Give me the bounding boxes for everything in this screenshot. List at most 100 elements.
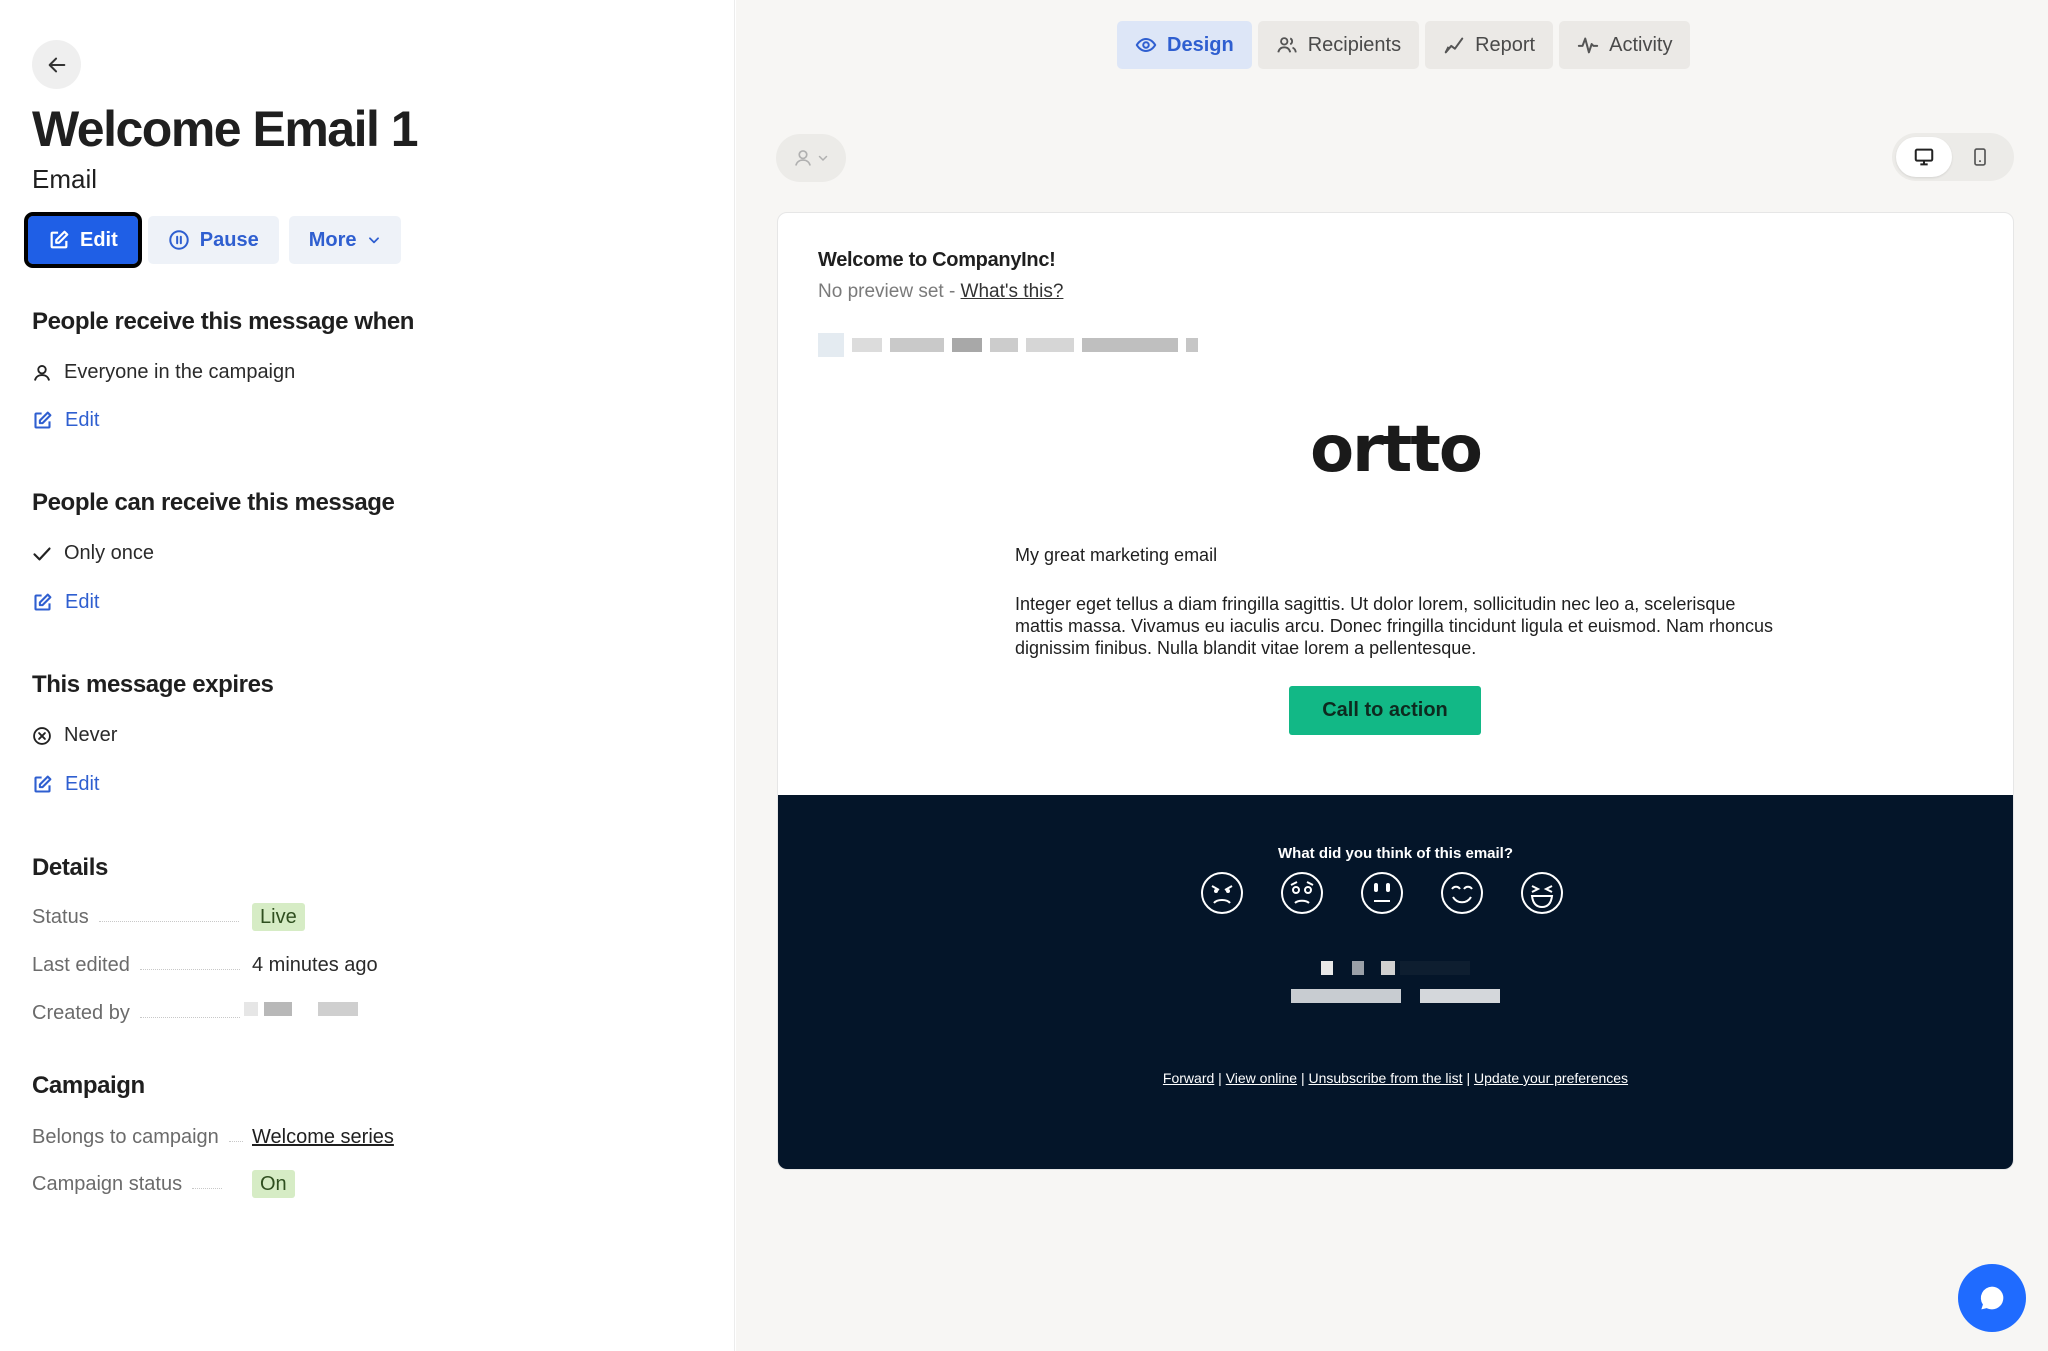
edit-icon [34, 593, 52, 611]
separator: | [1300, 1070, 1305, 1086]
leader-dots [98, 921, 239, 922]
user-icon [34, 364, 50, 381]
audience-edit-link[interactable]: Edit [32, 409, 99, 432]
edit-icon [50, 230, 69, 249]
preview-persona-select[interactable] [776, 134, 846, 182]
leader-dots [192, 1188, 223, 1189]
pause-icon [169, 230, 189, 250]
created-by-label: Created by [32, 1002, 130, 1024]
audience-value: Everyone in the campaign [32, 361, 295, 384]
page-subtitle: Email [32, 164, 98, 194]
ortto-logo: ortto [1310, 413, 1483, 487]
edit-icon [34, 411, 52, 429]
campaign-status-row: Campaign status On [32, 1170, 452, 1198]
whats-this-link[interactable]: What's this? [961, 281, 1064, 302]
footer-address-redacted [778, 961, 2013, 980]
desktop-view-button[interactable] [1896, 137, 1952, 177]
mobile-view-button[interactable] [1952, 137, 2008, 177]
expiry-text: Never [64, 724, 118, 746]
view-tabs: Design Recipients Report Activity [1117, 21, 1691, 69]
desktop-icon [1914, 148, 1934, 166]
tab-activity[interactable]: Activity [1559, 21, 1691, 69]
chevron-down-icon [368, 237, 379, 244]
device-toggle [1892, 133, 2014, 181]
chat-bubble-icon [1980, 1286, 2004, 1310]
audience-text: Everyone in the campaign [64, 361, 296, 383]
campaign-heading: Campaign [32, 1072, 145, 1099]
pause-button-label: Pause [199, 228, 259, 251]
tab-recipients-label: Recipients [1307, 33, 1402, 56]
status-row: Status Live [32, 903, 452, 931]
footer-links: Forward | View online | Unsubscribe from… [778, 1070, 2013, 1086]
more-button-label: More [308, 228, 357, 251]
email-preview: Welcome to CompanyInc! No preview set - … [777, 212, 2014, 1170]
edit-button-label: Edit [80, 228, 118, 251]
more-button[interactable]: More [288, 216, 401, 264]
close-circle-icon [33, 726, 51, 745]
tab-report[interactable]: Report [1425, 21, 1554, 69]
tab-report-label: Report [1475, 33, 1536, 56]
email-heading: My great marketing email [1015, 545, 1218, 565]
feedback-question: What did you think of this email? [1278, 845, 1513, 862]
expiry-edit-link[interactable]: Edit [32, 773, 99, 796]
tab-activity-label: Activity [1609, 33, 1673, 56]
message-details-panel: Welcome Email 1 Email Edit Pause More Pe… [0, 0, 735, 1351]
tab-design-label: Design [1167, 33, 1234, 56]
email-subject: Welcome to CompanyInc! [818, 249, 1056, 271]
footer-address-redacted [778, 989, 2013, 1008]
edit-button[interactable]: Edit [24, 212, 142, 268]
last-edited-row: Last edited 4 minutes ago [32, 954, 452, 977]
expiry-value: Never [32, 724, 117, 747]
page-title: Welcome Email 1 [32, 101, 419, 157]
tab-recipients[interactable]: Recipients [1257, 21, 1420, 69]
status-label: Status [32, 906, 89, 928]
last-edited-value: 4 minutes ago [252, 954, 378, 976]
back-button[interactable] [32, 40, 81, 89]
campaign-status-badge: On [252, 1170, 295, 1198]
frequency-edit-link[interactable]: Edit [32, 591, 99, 614]
action-bar: Edit Pause More [24, 212, 401, 268]
email-footer: What did you think of this email? Forwar… [778, 795, 2013, 1169]
check-icon [33, 547, 51, 560]
sad-face-icon[interactable] [1280, 871, 1324, 915]
mobile-icon [1974, 148, 1986, 166]
frequency-text: Only once [64, 542, 155, 564]
forward-link[interactable]: Forward [1163, 1070, 1214, 1086]
campaign-link[interactable]: Welcome series [252, 1126, 394, 1149]
unsubscribe-link[interactable]: Unsubscribe from the list [1308, 1070, 1462, 1086]
eye-icon [1135, 38, 1157, 52]
users-icon [1277, 37, 1297, 53]
chat-button[interactable] [1958, 1264, 2026, 1332]
cta-button[interactable]: Call to action [1289, 686, 1481, 735]
belongs-to-row: Belongs to campaign Welcome series [32, 1126, 452, 1149]
user-icon [795, 150, 811, 166]
feedback-rating [1200, 871, 1564, 915]
preview-panel: Design Recipients Report Activity Welcom… [736, 0, 2048, 1351]
leader-dots [139, 969, 240, 970]
angry-face-icon[interactable] [1200, 871, 1244, 915]
pause-button[interactable]: Pause [147, 216, 279, 264]
expiry-edit-label: Edit [65, 773, 100, 795]
arrow-left-icon [48, 57, 65, 72]
email-preview-text: No preview set - What's this? [818, 281, 1063, 303]
separator: | [1218, 1070, 1222, 1086]
separator: | [1466, 1070, 1471, 1086]
very-happy-face-icon[interactable] [1520, 871, 1564, 915]
tab-design[interactable]: Design [1117, 21, 1252, 69]
leader-dots [139, 1017, 240, 1018]
frequency-heading: People can receive this message [32, 489, 395, 516]
status-badge: Live [252, 903, 305, 931]
sender-redacted [818, 333, 1198, 357]
campaign-status-label: Campaign status [32, 1173, 183, 1195]
created-by-row: Created by [32, 1002, 452, 1025]
view-online-link[interactable]: View online [1226, 1070, 1297, 1086]
happy-face-icon[interactable] [1440, 871, 1484, 915]
leader-dots [228, 1141, 243, 1142]
pulse-icon [1577, 37, 1599, 54]
details-heading: Details [32, 854, 108, 881]
belongs-to-label: Belongs to campaign [32, 1126, 219, 1148]
chart-icon [1444, 37, 1464, 54]
frequency-value: Only once [32, 542, 154, 565]
neutral-face-icon[interactable] [1360, 871, 1404, 915]
preferences-link[interactable]: Update your preferences [1474, 1070, 1628, 1086]
